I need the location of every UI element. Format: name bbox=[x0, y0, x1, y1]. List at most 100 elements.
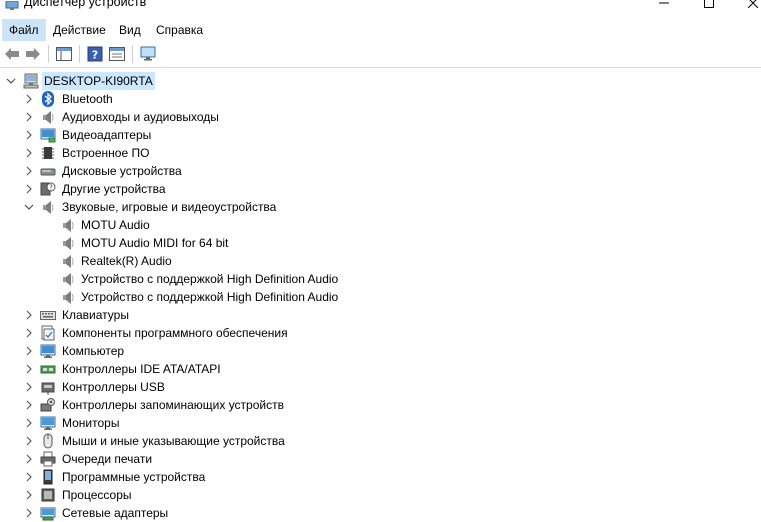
tree-device[interactable]: Realtek(R) Audio bbox=[0, 252, 761, 270]
speaker-icon bbox=[40, 109, 56, 125]
tree-category[interactable]: Bluetooth bbox=[0, 90, 761, 108]
tree-item-label: Мониторы bbox=[62, 416, 120, 430]
expand-toggle[interactable] bbox=[23, 507, 35, 519]
tree-item-label: Контроллеры IDE ATA/ATAPI bbox=[62, 362, 221, 376]
console-tree-icon bbox=[56, 47, 72, 61]
tree-device[interactable]: MOTU Audio MIDI for 64 bit bbox=[0, 234, 761, 252]
tree-category[interactable]: Контроллеры IDE ATA/ATAPI bbox=[0, 360, 761, 378]
tree-category[interactable]: Компоненты программного обеспечения bbox=[0, 324, 761, 342]
ide-controller-icon bbox=[40, 361, 56, 377]
tree-category[interactable]: Контроллеры запоминающих устройств bbox=[0, 396, 761, 414]
tree-category[interactable]: Контроллеры USB bbox=[0, 378, 761, 396]
properties-button[interactable] bbox=[108, 45, 126, 63]
chevron-right-icon bbox=[26, 328, 32, 338]
keyboard-icon bbox=[40, 307, 56, 323]
tree-category[interactable]: Мыши и иные указывающие устройства bbox=[0, 432, 761, 450]
unknown-device-icon: ? bbox=[40, 181, 56, 197]
expand-toggle[interactable] bbox=[23, 417, 35, 429]
scan-hardware-button[interactable] bbox=[140, 45, 158, 63]
maximize-icon bbox=[704, 0, 714, 8]
properties-icon bbox=[109, 47, 125, 61]
tree-item-label: Устройство с поддержкой High Definition … bbox=[81, 272, 339, 286]
minimize-button[interactable] bbox=[652, 0, 676, 12]
expand-toggle[interactable] bbox=[23, 471, 35, 483]
tree-category[interactable]: Звуковые, игровые и видеоустройства bbox=[0, 198, 761, 216]
tree-category[interactable]: Процессоры bbox=[0, 486, 761, 504]
chevron-right-icon bbox=[26, 166, 32, 176]
expand-toggle[interactable] bbox=[23, 327, 35, 339]
collapse-toggle[interactable] bbox=[23, 201, 35, 213]
scan-monitor-icon bbox=[140, 46, 156, 61]
window-title: Диспетчер устройств bbox=[24, 0, 147, 9]
tree-category[interactable]: Встроенное ПО bbox=[0, 144, 761, 162]
processor-icon bbox=[40, 487, 56, 503]
tree-item-label: Клавиатуры bbox=[62, 308, 129, 322]
tree-device[interactable]: Устройство с поддержкой High Definition … bbox=[0, 288, 761, 306]
expand-toggle[interactable] bbox=[23, 147, 35, 159]
mouse-icon bbox=[40, 433, 56, 449]
maximize-button[interactable] bbox=[697, 0, 721, 12]
device-tree: DESKTOP-KI90RTA Bluetooth Аудиовходы и ауд… bbox=[0, 72, 761, 522]
tree-category[interactable]: ? Другие устройства bbox=[0, 180, 761, 198]
display-adapter-icon bbox=[40, 127, 56, 143]
tree-item-label: Сетевые адаптеры bbox=[62, 506, 169, 520]
tree-category[interactable]: Компьютер bbox=[0, 342, 761, 360]
expand-toggle[interactable] bbox=[23, 345, 35, 357]
help-button[interactable]: ? bbox=[86, 45, 104, 63]
chevron-down-icon bbox=[6, 78, 16, 84]
collapse-toggle[interactable] bbox=[5, 75, 17, 87]
menu-bar: Файл Действие Вид Справка bbox=[0, 19, 761, 41]
expand-toggle[interactable] bbox=[23, 93, 35, 105]
expand-toggle[interactable] bbox=[23, 111, 35, 123]
speaker-icon bbox=[60, 289, 76, 305]
chevron-right-icon bbox=[26, 400, 32, 410]
title-bar: Диспетчер устройств bbox=[0, 0, 761, 18]
chevron-right-icon bbox=[26, 490, 32, 500]
tree-category[interactable]: Очереди печати bbox=[0, 450, 761, 468]
show-hide-console-tree-button[interactable] bbox=[55, 45, 73, 63]
menu-action[interactable]: Действие bbox=[46, 19, 113, 41]
tree-category[interactable]: Дисковые устройства bbox=[0, 162, 761, 180]
back-button[interactable] bbox=[3, 45, 21, 63]
tree-category[interactable]: Видеоадаптеры bbox=[0, 126, 761, 144]
expand-toggle[interactable] bbox=[23, 381, 35, 393]
tree-item-label: Компоненты программного обеспечения bbox=[62, 326, 288, 340]
expand-toggle[interactable] bbox=[23, 399, 35, 411]
tree-item-label: Аудиовходы и аудиовыходы bbox=[62, 110, 219, 124]
expand-toggle[interactable] bbox=[23, 363, 35, 375]
tree-root[interactable]: DESKTOP-KI90RTA bbox=[0, 72, 761, 90]
chevron-right-icon bbox=[26, 346, 32, 356]
tree-item-label: Встроенное ПО bbox=[62, 146, 150, 160]
expand-toggle[interactable] bbox=[23, 435, 35, 447]
tree-item-label: Дисковые устройства bbox=[62, 164, 182, 178]
tree-item-label: Realtek(R) Audio bbox=[81, 254, 172, 268]
tree-device[interactable]: Устройство с поддержкой High Definition … bbox=[0, 270, 761, 288]
network-adapter-icon bbox=[40, 505, 56, 521]
menu-help[interactable]: Справка bbox=[149, 19, 210, 41]
tree-device[interactable]: MOTU Audio bbox=[0, 216, 761, 234]
close-icon bbox=[748, 0, 758, 8]
chevron-right-icon bbox=[26, 364, 32, 374]
expand-toggle[interactable] bbox=[23, 129, 35, 141]
menu-view[interactable]: Вид bbox=[112, 19, 148, 41]
expand-toggle[interactable] bbox=[23, 453, 35, 465]
expand-toggle[interactable] bbox=[23, 165, 35, 177]
tree-category[interactable]: Клавиатуры bbox=[0, 306, 761, 324]
chevron-right-icon bbox=[26, 472, 32, 482]
tree-category[interactable]: Мониторы bbox=[0, 414, 761, 432]
disk-drive-icon bbox=[40, 163, 56, 179]
forward-button[interactable] bbox=[24, 45, 42, 63]
tree-category[interactable]: Программные устройства bbox=[0, 468, 761, 486]
speaker-icon bbox=[60, 217, 76, 233]
expand-toggle[interactable] bbox=[23, 183, 35, 195]
svg-text:?: ? bbox=[92, 49, 98, 62]
menu-file[interactable]: Файл bbox=[2, 19, 46, 41]
tree-category[interactable]: Аудиовходы и аудиовыходы bbox=[0, 108, 761, 126]
close-button[interactable] bbox=[741, 0, 761, 12]
tree-item-label: Другие устройства bbox=[62, 182, 166, 196]
usb-icon bbox=[40, 379, 56, 395]
expand-toggle[interactable] bbox=[23, 309, 35, 321]
expand-toggle[interactable] bbox=[23, 489, 35, 501]
tree-category[interactable]: Сетевые адаптеры bbox=[0, 504, 761, 522]
monitor-icon bbox=[40, 415, 56, 431]
